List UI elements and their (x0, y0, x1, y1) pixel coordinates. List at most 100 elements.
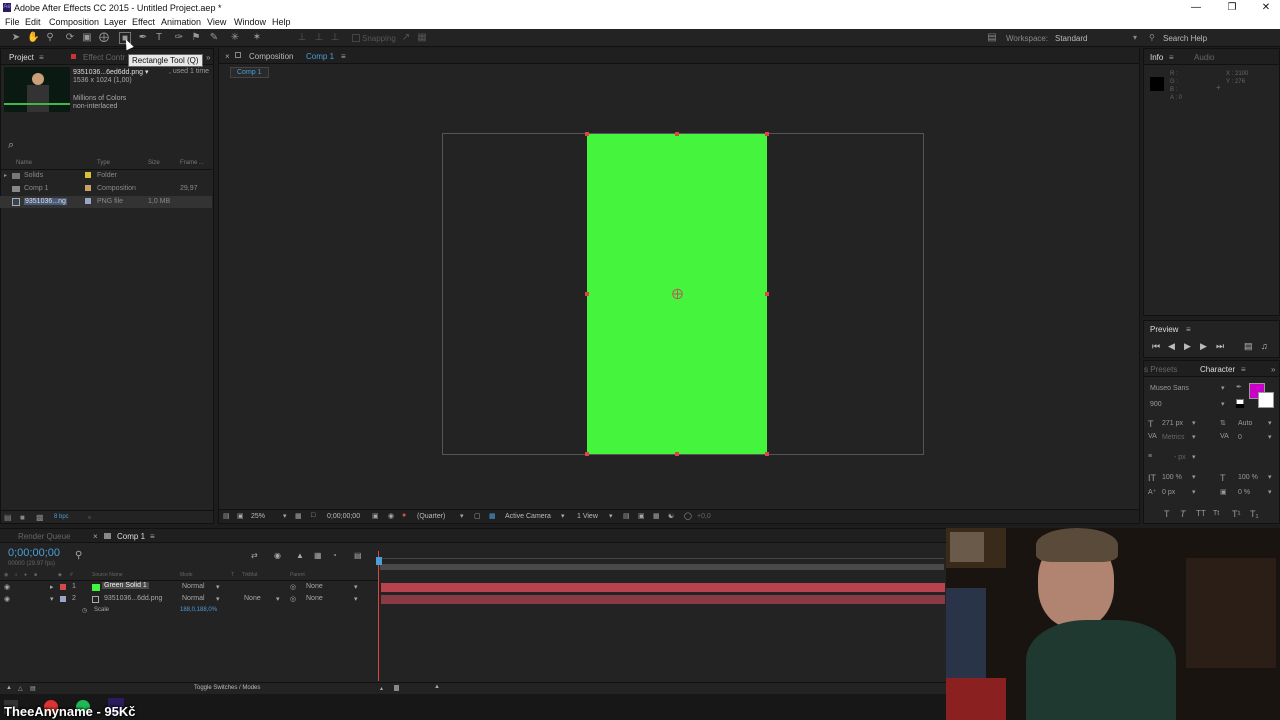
snapshot-icon[interactable]: ▣ (237, 512, 244, 520)
eraser-tool-icon[interactable]: ✎ (208, 32, 220, 44)
chevron-down-icon[interactable]: ▾ (50, 595, 54, 603)
faux-bold-icon[interactable]: T (1164, 509, 1170, 519)
fast-previews-icon[interactable]: ▣ (638, 512, 645, 520)
label-color-swatch[interactable] (85, 172, 91, 178)
draft-3d-icon[interactable]: ◉ (274, 551, 281, 560)
lock-icon[interactable] (235, 52, 241, 58)
list-item[interactable]: Comp 1 Composition 29,97 (0, 183, 212, 195)
zoom-out-icon[interactable]: ▴ (380, 685, 383, 692)
show-channel-icon[interactable]: ◉ (388, 512, 394, 520)
last-frame-icon[interactable]: ⏭ (1216, 341, 1224, 352)
menu-file[interactable]: File (5, 17, 20, 27)
camera-dropdown[interactable]: Active Camera (505, 513, 551, 520)
tab-render-queue[interactable]: Render Queue (18, 532, 70, 541)
always-preview-icon[interactable]: ▤ (223, 512, 230, 520)
tab-preview[interactable]: Preview (1150, 325, 1178, 334)
black-swatch[interactable] (1236, 404, 1244, 408)
search-icon[interactable]: ⚲ (75, 550, 82, 561)
label-icon[interactable]: ◆ (58, 572, 62, 578)
chevron-down-icon[interactable]: ▾ (561, 512, 565, 520)
anchor-point-icon[interactable]: ⨁ (672, 287, 683, 300)
list-item[interactable]: 9351036...ng PNG file 1,0 MB (0, 196, 212, 208)
label-color-swatch[interactable] (85, 198, 91, 204)
snap-grid-icon[interactable]: ▦ (416, 32, 428, 44)
workspace-dropdown[interactable]: Standard (1055, 34, 1087, 43)
axis-world-icon[interactable]: ⊥ (313, 32, 325, 44)
menu-view[interactable]: View (207, 17, 226, 27)
label-color-swatch[interactable] (60, 596, 66, 602)
previous-frame-icon[interactable]: ◀ (1168, 341, 1175, 352)
small-caps-icon[interactable]: Tt (1213, 510, 1219, 517)
parent-pickwhip-icon[interactable]: ◎ (290, 595, 296, 603)
parent-dropdown[interactable]: None (306, 583, 323, 590)
chevron-down-icon[interactable]: ▾ (354, 595, 358, 603)
new-composition-icon[interactable]: ▩ (36, 513, 44, 522)
kerning-value[interactable]: Metrics (1162, 434, 1185, 441)
chevron-right-icon[interactable]: ▸ (50, 583, 54, 591)
tab-comp-1[interactable]: Comp 1 (117, 532, 145, 541)
header-size[interactable]: Size (148, 160, 160, 166)
flowchart-icon[interactable]: ☯ (668, 512, 674, 520)
header-parent[interactable]: Parent (290, 572, 305, 578)
interpret-footage-icon[interactable]: ▤ (4, 513, 12, 522)
snap-options-icon[interactable]: ↗ (400, 32, 412, 44)
chevron-down-icon[interactable]: ▾ (283, 512, 287, 520)
tab-effects-presets[interactable]: s Presets (1144, 365, 1177, 374)
panel-menu-icon[interactable]: ≡ (150, 532, 155, 541)
expand-collapse-icon[interactable]: ▲ (6, 685, 12, 691)
selection-tool-icon[interactable]: ➤ (10, 32, 22, 44)
parent-pickwhip-icon[interactable]: ◎ (290, 583, 296, 591)
axis-local-icon[interactable]: ⊥ (296, 32, 308, 44)
stopwatch-icon[interactable]: ◷ (82, 607, 87, 614)
zoom-dropdown[interactable]: 25% (251, 513, 265, 520)
font-style-dropdown[interactable]: 900 (1150, 401, 1162, 408)
chevron-down-icon[interactable]: ▾ (1268, 433, 1272, 441)
region-of-interest-icon[interactable]: ▢ (474, 512, 481, 520)
eye-icon[interactable]: ◉ (4, 572, 8, 578)
trash-icon[interactable]: ▫ (88, 513, 91, 522)
shy-layers-icon[interactable]: ▲ (296, 551, 304, 560)
chevron-down-icon[interactable]: ▾ (1268, 419, 1272, 427)
leading-value[interactable]: Auto (1238, 420, 1252, 427)
panel-menu-icon[interactable]: ≡ (39, 53, 44, 62)
transform-handle[interactable] (585, 452, 589, 456)
camera-tool-icon[interactable]: ▣ (81, 32, 93, 44)
zoom-in-icon[interactable]: ▲ (434, 684, 440, 690)
menu-window[interactable]: Window (234, 17, 266, 27)
brush-tool-icon[interactable]: ✑ (173, 32, 185, 44)
horizontal-scale-value[interactable]: 100 % (1238, 474, 1258, 481)
camera-snapshot-icon[interactable]: ▣ (372, 512, 379, 520)
toggle-pixel-aspect-icon[interactable]: ▤ (623, 512, 630, 520)
panel-menu-icon[interactable]: ≡ (1169, 53, 1174, 62)
tab-info[interactable]: Info (1150, 53, 1163, 62)
zoom-slider[interactable] (394, 685, 399, 691)
zoom-tool-icon[interactable]: ⚲ (44, 32, 56, 44)
chevron-right-icon[interactable]: ▸ (4, 172, 7, 179)
header-mode[interactable]: Mode (180, 572, 193, 578)
asset-name[interactable]: 9351036...6ed6dd.png ▾ (73, 68, 149, 76)
comp-sub-tab[interactable]: Comp 1 (230, 67, 269, 78)
in-out-icon[interactable]: ▤ (30, 685, 36, 692)
panel-menu-icon[interactable]: ≡ (1241, 365, 1246, 374)
close-icon[interactable]: × (225, 52, 230, 61)
next-frame-icon[interactable]: ▶ (1200, 341, 1207, 352)
frame-blending-icon[interactable]: ▦ (314, 551, 322, 560)
graph-editor-icon[interactable]: ▤ (354, 551, 362, 560)
current-time-display[interactable]: 0;00;00;00 (8, 547, 60, 559)
current-time-indicator[interactable] (378, 551, 379, 681)
chevron-down-icon[interactable]: ▾ (1192, 488, 1196, 496)
transfer-controls-icon[interactable]: △ (18, 685, 23, 692)
time-ruler[interactable] (380, 547, 944, 559)
menu-edit[interactable]: Edit (25, 17, 41, 27)
layer-mode-dropdown[interactable]: Normal (182, 583, 205, 590)
color-channel-icon[interactable]: ● (402, 512, 406, 519)
menu-layer[interactable]: Layer (104, 17, 127, 27)
chevron-down-icon[interactable]: ▾ (1221, 384, 1225, 392)
transform-handle[interactable] (765, 132, 769, 136)
chevron-down-icon[interactable]: ▾ (460, 512, 464, 520)
audio-icon[interactable]: ♫ (1261, 341, 1268, 351)
parent-dropdown[interactable]: None (306, 595, 323, 602)
maximize-button[interactable]: ❐ (1220, 1, 1244, 15)
label-color-swatch[interactable] (60, 584, 66, 590)
rotate-tool-icon[interactable]: ⟳ (64, 32, 76, 44)
